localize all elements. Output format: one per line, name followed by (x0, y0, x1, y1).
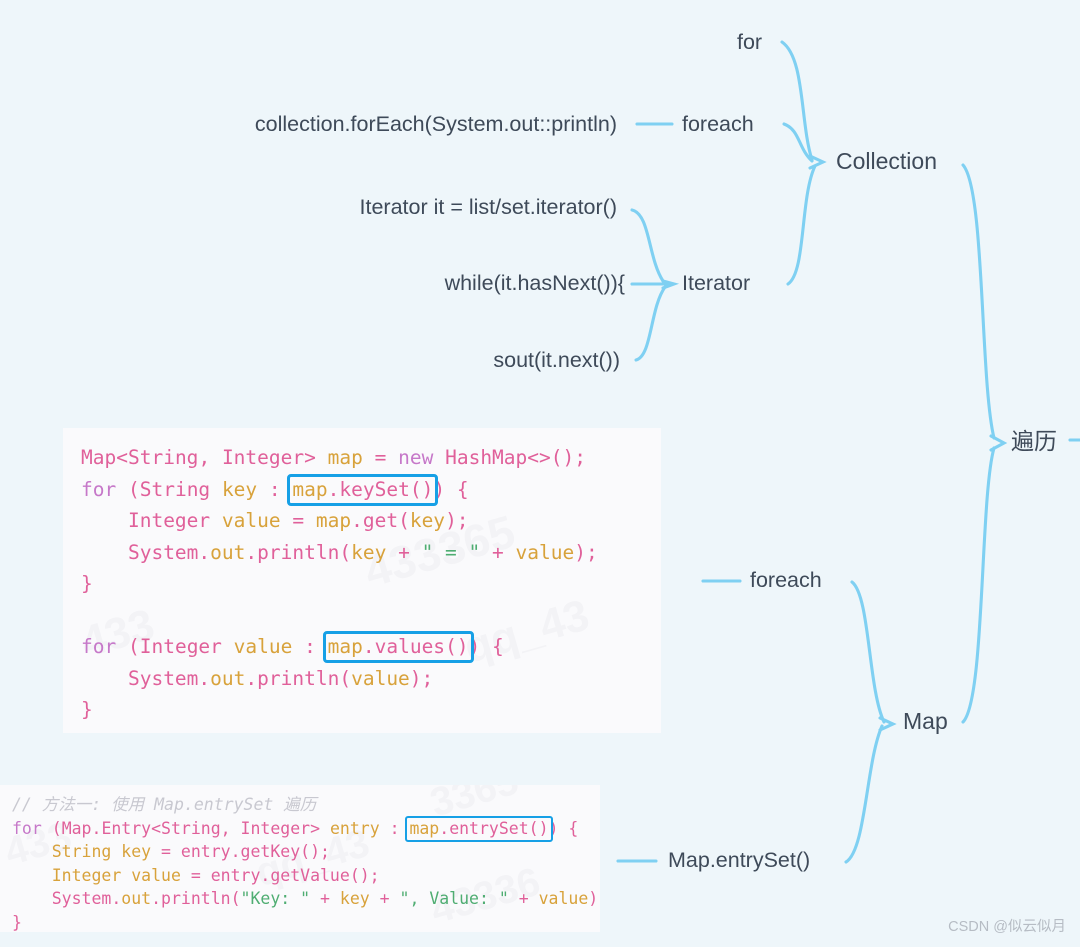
link-collection-root (961, 163, 996, 440)
link-iter-arrow (661, 279, 680, 290)
node-branch-map: Map (903, 708, 948, 734)
link-map-arrow (878, 716, 897, 732)
highlight-entryset: map.entrySet() (405, 815, 553, 842)
code-line: System.out.println(key + " = " + value); (127, 540, 598, 564)
node-map-entryset: Map.entrySet() (668, 848, 811, 872)
code-line: Integer value = entry.getValue(); (51, 865, 380, 885)
code-line: } (12, 912, 22, 932)
node-branch-collection: Collection (836, 148, 937, 174)
code-line: Map<String, Integer> map = new HashMap<>… (81, 446, 586, 469)
code-line-comment: // 方法一: 使用 Map.entrySet 遍历 (12, 795, 317, 814)
link-root-arrow (989, 434, 1008, 452)
node-collection-for: for (737, 30, 763, 54)
link-for-collection (780, 40, 814, 162)
node-collection-iterator: Iterator (682, 271, 751, 295)
highlight-values: map.values() (322, 631, 474, 663)
node-root-traverse: 遍历 (1011, 428, 1057, 454)
node-map-foreach: foreach (750, 568, 822, 592)
link-iterator-collection (786, 164, 817, 286)
link-map-root (961, 446, 996, 724)
code-line: } (81, 698, 93, 721)
code-block-map-entryset: 3365 qq_43 433 43336 // 方法一: 使用 Map.entr… (0, 785, 600, 932)
node-collection-foreach: foreach (682, 112, 754, 136)
link-iter-leaf-3 (634, 285, 667, 362)
link-foreach-collection (782, 122, 814, 163)
leaf-collection-foreach: collection.forEach(System.out::println) (254, 112, 617, 136)
code-line: } (81, 572, 93, 595)
csdn-watermark: CSDN @似云似月 (948, 919, 1066, 935)
code-line: System.out.println(value); (127, 666, 434, 690)
link-iter-leaf-1 (630, 208, 665, 283)
leaf-iterator-while: while(it.hasNext()){ (444, 271, 625, 295)
code-line: Integer value = map.get(key); (127, 509, 469, 532)
code-line: for (Map.Entry<String, Integer> entry : … (12, 815, 579, 842)
link-foreach-map (850, 580, 886, 724)
code-block-map-foreach: 433365 433 qq_43 Map<String, Integer> ma… (63, 428, 661, 733)
leaf-iterator-sout: sout(it.next()) (493, 348, 620, 372)
highlight-keyset: map.keySet() (287, 473, 439, 506)
link-entryset-map (844, 724, 884, 864)
code-line: for (Integer value : map.values()) { (81, 631, 504, 663)
mindmap-canvas: collection.forEach(System.out::println) … (0, 0, 1080, 947)
code-line: System.out.println("Key: " + key + ", Va… (51, 889, 600, 908)
leaf-iterator-init: Iterator it = list/set.iterator() (359, 195, 617, 219)
link-collection-arrow (808, 154, 827, 170)
code-line: for (String key : map.keySet()) { (81, 473, 469, 506)
code-line: String key = entry.getKey(); (51, 842, 330, 861)
